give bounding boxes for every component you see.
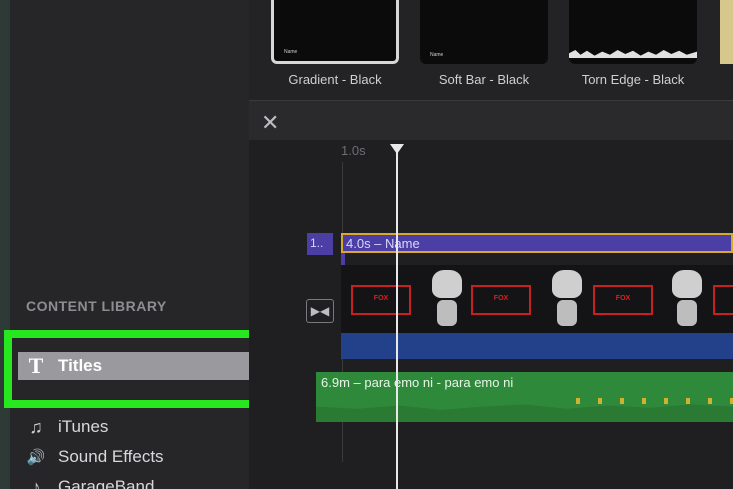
highlight-annotation (4, 330, 264, 408)
audio-clip-label: 6.9m – para emo ni - para emo ni (321, 375, 514, 390)
timeline-toolbar: ✕ (249, 100, 733, 140)
torn-edge-graphic (569, 50, 697, 58)
content-library-header: CONTENT LIBRARY (26, 298, 167, 314)
audio-clip[interactable]: 6.9m – para emo ni - para emo ni (316, 372, 733, 422)
speaker-icon: 🔊 (26, 449, 46, 466)
sidebar-edge (0, 0, 10, 489)
title-badge[interactable]: 1.. (307, 233, 333, 255)
title-thumbnail-torn-edge[interactable] (569, 0, 697, 64)
timeline[interactable]: 1.0s 1.. 4.0s – Name ▶◀ FOX FOX FOX FOX … (249, 140, 733, 489)
video-frame (549, 270, 585, 328)
video-frame (669, 270, 705, 328)
sidebar-item-itunes[interactable]: ♫ iTunes (18, 413, 249, 441)
sidebar: CONTENT LIBRARY T Titles ♫ iTunes 🔊 Soun… (0, 0, 264, 489)
video-frame: FOX (351, 285, 411, 315)
ruler-time-label: 1.0s (341, 143, 366, 158)
video-frame (429, 270, 465, 328)
thumbnail-caption: Name (284, 49, 298, 55)
playhead-handle[interactable] (390, 144, 404, 154)
video-clip-band (341, 333, 733, 359)
video-frame: FOX (593, 285, 653, 315)
playhead[interactable] (396, 150, 398, 489)
sidebar-item-label: iTunes (58, 417, 109, 436)
thumbnail-caption: Name (430, 52, 444, 58)
sidebar-item-sound-effects[interactable]: 🔊 Sound Effects (18, 443, 249, 471)
video-clip[interactable]: FOX FOX FOX FOX (341, 265, 733, 333)
title-clip[interactable]: 4.0s – Name (341, 233, 733, 253)
close-icon[interactable]: ✕ (261, 110, 279, 136)
video-frame: FOX (713, 285, 733, 315)
thumbnail-label: Soft Bar - Black (438, 72, 530, 87)
thumbnail-label: Gradient - Black (288, 72, 382, 87)
sidebar-item-garageband[interactable]: ♪ GarageBand (18, 473, 249, 489)
sidebar-item-label: GarageBand (58, 477, 155, 489)
sidebar-item-label: Sound Effects (58, 447, 164, 466)
title-thumbnail-partial[interactable] (720, 0, 733, 64)
guitar-icon: ♪ (31, 476, 41, 489)
title-thumbnail-soft-bar[interactable]: Name (420, 0, 548, 64)
music-note-icon: ♫ (29, 416, 43, 437)
audio-peaks (576, 398, 733, 404)
transition-icon[interactable]: ▶◀ (306, 299, 334, 323)
video-frame: FOX (471, 285, 531, 315)
thumbnail-label: Torn Edge - Black (581, 72, 685, 87)
title-thumbnail-gradient[interactable]: Name (271, 0, 399, 64)
titles-browser: Name Gradient - Black Name Soft Bar - Bl… (249, 0, 733, 100)
